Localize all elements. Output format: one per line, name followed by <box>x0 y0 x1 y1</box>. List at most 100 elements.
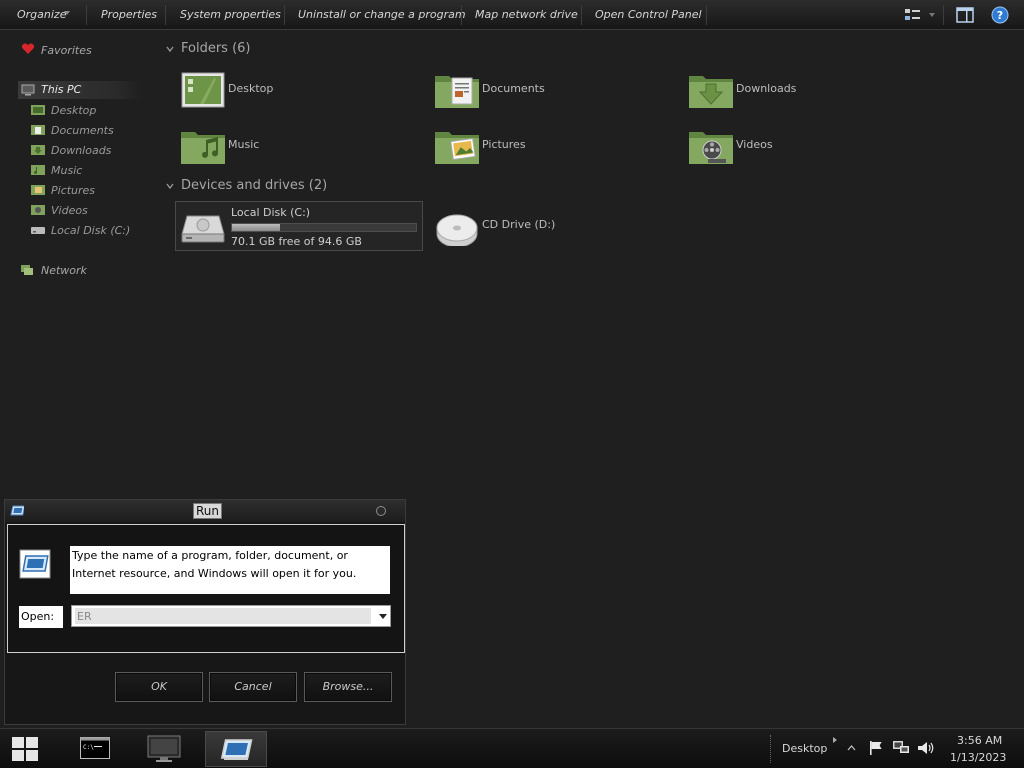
sidebar-item-network[interactable]: Network <box>41 264 87 277</box>
run-program-icon <box>19 549 51 579</box>
drive-name: CD Drive (D:) <box>482 218 556 231</box>
devices-group-header[interactable]: Devices and drives (2) <box>181 178 327 193</box>
toolbar-separator <box>86 5 87 25</box>
collapse-chevron-icon[interactable] <box>166 182 174 190</box>
chevron-right-icon[interactable] <box>833 737 837 743</box>
desktop-folder-icon <box>31 105 45 115</box>
sidebar-item-label: Local Disk (C:) <box>51 224 131 237</box>
navigation-pane: Favorites This PC Desktop Documents Down… <box>0 30 160 500</box>
taskbar-explorer[interactable] <box>136 731 198 767</box>
run-app-icon <box>10 505 24 516</box>
toolbar-separator <box>943 5 944 25</box>
help-icon[interactable]: ? <box>991 6 1009 24</box>
command-toolbar: Organize Properties System properties Un… <box>0 0 1024 30</box>
action-center-flag-icon[interactable] <box>868 740 884 756</box>
dropdown-arrow-icon[interactable] <box>379 614 387 619</box>
view-dropdown-icon[interactable] <box>929 13 935 17</box>
clock-date[interactable]: 1/13/2023 <box>950 751 1006 764</box>
change-view-icon[interactable] <box>904 6 922 24</box>
computer-monitor-icon <box>147 735 181 762</box>
open-control-panel-button[interactable]: Open Control Panel <box>595 8 702 21</box>
open-combobox[interactable] <box>71 605 391 627</box>
sidebar-item-label: Music <box>51 164 83 177</box>
ok-button[interactable]: OK <box>115 672 203 702</box>
music-folder-icon <box>31 165 45 175</box>
sidebar-item-label: This PC <box>41 83 82 96</box>
sidebar-item-label: Desktop <box>51 104 97 117</box>
folder-label: Documents <box>482 82 545 95</box>
clock-time[interactable]: 3:56 AM <box>957 734 1002 747</box>
sidebar-item-this-pc[interactable]: This PC <box>18 81 142 99</box>
folder-videos[interactable]: Videos <box>684 124 924 172</box>
organize-button[interactable]: Organize <box>17 8 66 21</box>
svg-text:C:\: C:\ <box>83 744 94 751</box>
sidebar-item-label: Pictures <box>51 184 96 197</box>
documents-folder-icon <box>435 76 479 108</box>
taskbar: C:\ Desktop 3:56 AM 1/13/2023 <box>0 728 1024 768</box>
browse-button[interactable]: Browse... <box>304 672 392 702</box>
drive-local-disk-c[interactable]: Local Disk (C:) 70.1 GB free of 94.6 GB <box>175 201 423 251</box>
sidebar-item-label: Videos <box>51 204 88 217</box>
start-windows-icon[interactable] <box>12 737 38 761</box>
downloads-folder-icon <box>31 145 45 155</box>
folder-desktop[interactable]: Desktop <box>176 68 416 116</box>
folder-pictures[interactable]: Pictures <box>430 124 670 172</box>
run-description: Type the name of a program, folder, docu… <box>70 546 390 594</box>
run-dialog: Run Type the name of a program, folder, … <box>4 499 406 725</box>
preview-pane-icon[interactable] <box>956 6 974 24</box>
favorites-heart-icon <box>21 43 35 54</box>
drive-free-space: 70.1 GB free of 94.6 GB <box>231 235 362 248</box>
uninstall-program-button[interactable]: Uninstall or change a program <box>298 8 466 21</box>
drive-name: Local Disk (C:) <box>231 206 311 219</box>
close-icon[interactable] <box>375 505 387 517</box>
computer-icon <box>21 84 35 96</box>
open-input[interactable] <box>75 608 371 624</box>
volume-icon[interactable] <box>917 740 935 756</box>
folder-label: Music <box>228 138 260 151</box>
network-icon <box>21 265 33 275</box>
sidebar-item-label: Downloads <box>51 144 112 157</box>
run-dialog-body: Type the name of a program, folder, docu… <box>7 524 405 653</box>
videos-folder-icon <box>689 132 733 164</box>
desktop-toolbar-label[interactable]: Desktop <box>782 742 827 755</box>
sidebar-item-favorites[interactable]: Favorites <box>41 44 92 57</box>
toolbar-separator <box>165 5 166 25</box>
videos-folder-icon <box>31 205 45 215</box>
downloads-folder-icon <box>689 76 733 108</box>
folders-group-header[interactable]: Folders (6) <box>181 41 251 56</box>
desktop-folder-icon <box>181 72 225 108</box>
properties-button[interactable]: Properties <box>101 8 157 21</box>
run-dialog-title: Run <box>193 503 223 519</box>
pictures-folder-icon <box>31 185 45 195</box>
toolbar-separator <box>461 5 462 25</box>
cd-drive-icon <box>436 214 478 246</box>
command-prompt-icon: C:\ <box>80 737 110 759</box>
music-folder-icon <box>181 132 225 164</box>
disk-usage-bar <box>231 223 417 232</box>
taskbar-separator <box>770 735 772 763</box>
svg-text:?: ? <box>997 9 1003 22</box>
hard-drive-icon <box>181 215 225 243</box>
organize-dropdown-icon[interactable] <box>64 11 70 15</box>
folder-documents[interactable]: Documents <box>430 68 670 116</box>
toolbar-separator <box>581 5 582 25</box>
taskbar-run[interactable] <box>205 731 267 767</box>
taskbar-command-prompt[interactable]: C:\ <box>70 731 132 767</box>
run-title-bar[interactable]: Run <box>5 500 405 522</box>
map-network-drive-button[interactable]: Map network drive <box>475 8 578 21</box>
run-app-icon <box>220 739 253 760</box>
folder-downloads[interactable]: Downloads <box>684 68 924 116</box>
folder-label: Desktop <box>228 82 274 95</box>
collapse-chevron-icon[interactable] <box>166 45 174 53</box>
documents-folder-icon <box>31 125 45 135</box>
sidebar-item-label: Documents <box>51 124 114 137</box>
drive-cd-d[interactable]: CD Drive (D:) <box>430 204 670 252</box>
system-properties-button[interactable]: System properties <box>180 8 281 21</box>
cancel-button[interactable]: Cancel <box>209 672 297 702</box>
folder-label: Downloads <box>736 82 797 95</box>
folder-music[interactable]: Music <box>176 124 416 172</box>
show-hidden-icons-icon[interactable] <box>847 745 856 751</box>
disk-usage-fill <box>232 224 280 231</box>
folder-label: Pictures <box>482 138 526 151</box>
network-status-icon[interactable] <box>892 740 910 756</box>
